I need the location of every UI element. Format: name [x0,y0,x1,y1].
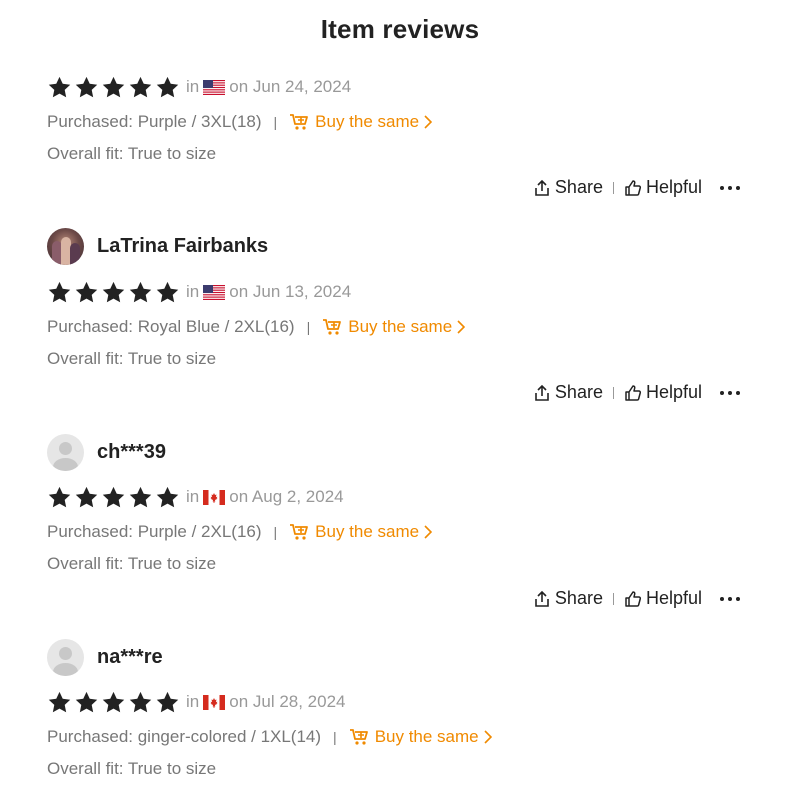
buy-the-same-label: Buy the same [374,727,479,746]
reviewer: ch***39 [47,434,166,471]
divider: | [306,319,311,335]
more-options-icon[interactable] [720,596,740,602]
star-icon [128,690,153,715]
in-label: in [186,692,200,711]
star-icon [101,690,126,715]
star-rating [47,690,180,715]
helpful-label: Helpful [645,588,702,608]
purchase-row: Purchased: ginger-colored / 1XL(14) | Bu… [47,727,492,747]
reviewer-name: ch***39 [97,441,166,463]
review-date: on Jul 28, 2024 [229,692,346,711]
star-icon [47,690,72,715]
divider: | [333,729,337,745]
in-label: in [186,487,200,506]
share-icon [535,384,549,401]
overall-fit: Overall fit: True to size [47,759,217,778]
helpful-button[interactable]: Helpful [624,382,702,403]
cart-icon [323,319,342,335]
action-divider [612,386,614,399]
chevron-right-icon [424,525,433,539]
star-icon [47,485,72,510]
thumbs-up-icon [625,384,641,401]
purchased-variant: Purchased: Royal Blue / 2XL(16) [47,317,295,336]
review-meta: in on Jun 13, 2024 [186,282,351,302]
avatar [47,639,84,676]
purchased-variant: Purchased: ginger-colored / 1XL(14) [47,727,322,746]
helpful-label: Helpful [645,382,702,402]
reviewer: LaTrina Fairbanks [47,228,268,265]
overall-fit: Overall fit: True to size [47,349,217,368]
divider: | [273,524,278,540]
avatar [47,228,84,265]
rating-row: in on Jun 13, 2024 [47,279,351,305]
buy-the-same-label: Buy the same [348,317,453,336]
overall-fit: Overall fit: True to size [47,554,217,573]
chevron-right-icon [457,320,466,334]
star-rating [47,280,180,305]
review-meta: in on Aug 2, 2024 [186,487,344,507]
share-label: Share [554,382,603,402]
star-icon [128,280,153,305]
share-button[interactable]: Share [533,588,603,609]
share-button[interactable]: Share [533,382,603,403]
share-label: Share [554,588,603,608]
buy-the-same-link[interactable]: Buy the same [289,522,433,542]
action-divider [612,592,614,605]
avatar [47,434,84,471]
star-icon [74,690,99,715]
ca-flag-icon [203,489,226,505]
more-options-icon[interactable] [720,390,740,396]
review-date: on Jun 13, 2024 [229,282,352,301]
share-icon [535,590,549,607]
review-actions: Share Helpful [533,588,740,609]
cart-icon [290,524,309,540]
star-rating [47,485,180,510]
buy-the-same-link[interactable]: Buy the same [322,317,466,337]
us-flag-icon [203,284,226,300]
buy-the-same-link[interactable]: Buy the same [349,727,492,747]
rating-row: in on Aug 2, 2024 [47,484,344,510]
star-icon [128,485,153,510]
star-icon [101,280,126,305]
ca-flag-icon [203,694,226,710]
helpful-button[interactable]: Helpful [624,588,702,609]
review-card: na***re in on Jul 28, 2024 Purchased: gi… [0,0,800,778]
purchase-row: Purchased: Purple / 2XL(16) | Buy the sa… [47,522,433,542]
purchased-variant: Purchased: Purple / 2XL(16) [47,522,262,541]
cart-icon [349,729,368,745]
reviewer-name: LaTrina Fairbanks [97,235,269,257]
in-label: in [186,282,200,301]
thumbs-up-icon [625,590,641,607]
review-meta: in on Jul 28, 2024 [186,692,346,712]
purchase-row: Purchased: Royal Blue / 2XL(16) | Buy th… [47,317,466,337]
reviewer: na***re [47,639,163,676]
star-icon [155,280,180,305]
star-icon [101,485,126,510]
star-icon [74,280,99,305]
chevron-right-icon [484,730,492,744]
star-icon [74,485,99,510]
reviewer-name: na***re [97,646,163,668]
star-icon [47,280,72,305]
review-date: on Aug 2, 2024 [229,487,344,506]
star-icon [155,690,180,715]
star-icon [155,485,180,510]
rating-row: in on Jul 28, 2024 [47,689,346,715]
review-actions: Share Helpful [533,382,740,403]
buy-the-same-label: Buy the same [315,522,420,541]
